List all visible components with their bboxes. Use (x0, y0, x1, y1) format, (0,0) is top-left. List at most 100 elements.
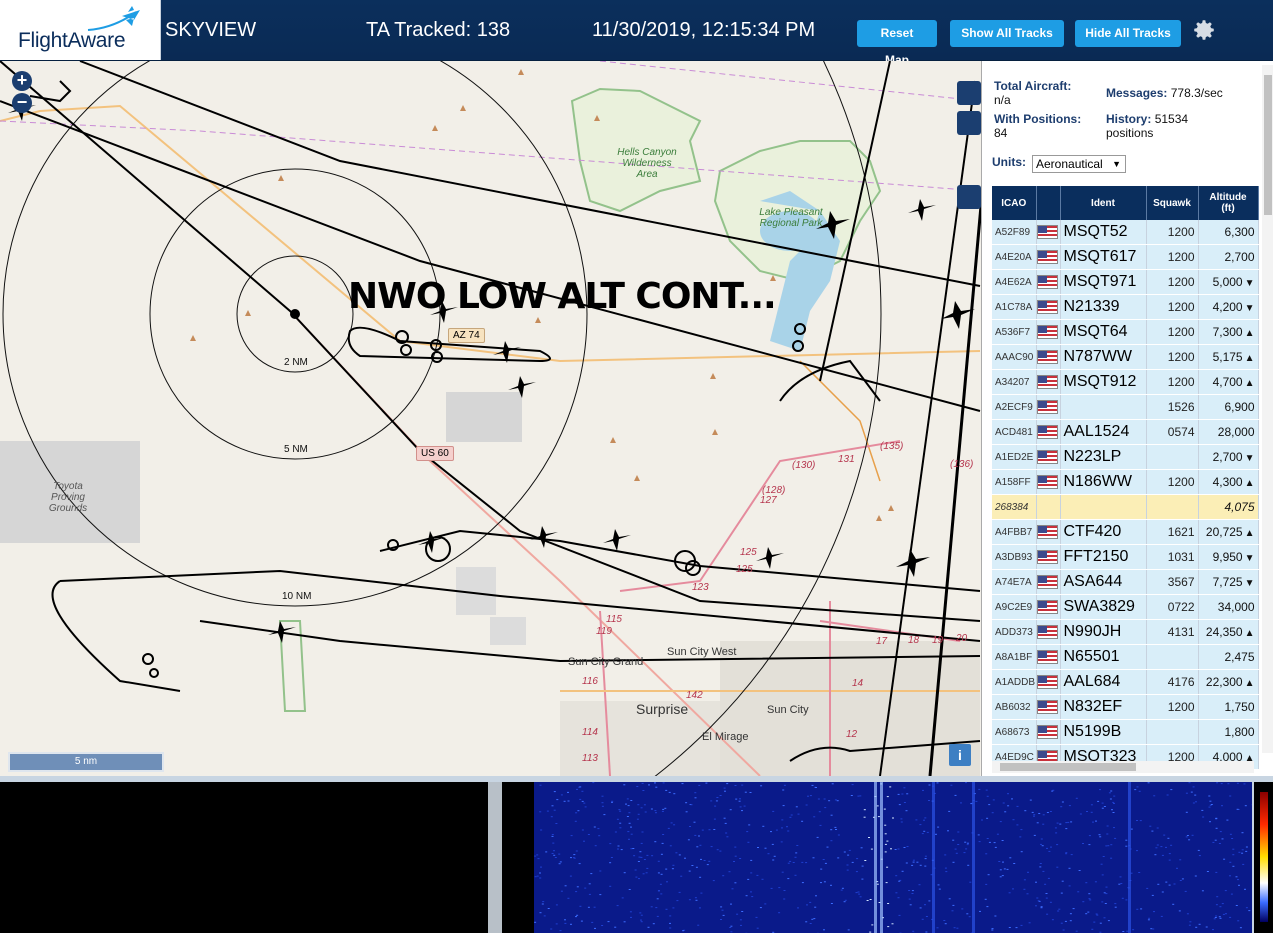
us-flag-icon (1037, 625, 1058, 639)
table-row[interactable]: A158FFN186WW12004,300▲ (992, 470, 1258, 495)
table-row[interactable]: A52F89MSQT5212006,300 (992, 220, 1258, 245)
town-label: Sun City (767, 704, 809, 716)
zoom-in-button[interactable]: + (12, 71, 32, 91)
reset-map-button[interactable]: Reset Map (857, 20, 937, 47)
table-row[interactable]: AAAC90N787WW12005,175▲ (992, 345, 1258, 370)
altitude-value: 6,900 (1224, 400, 1254, 414)
altitude-cell: 34,000 (1198, 595, 1258, 620)
vertical-scrollbar[interactable] (1262, 65, 1273, 753)
altitude-cell: 7,725▼ (1198, 570, 1258, 595)
column-header-altitude[interactable]: Altitude (ft) (1198, 186, 1258, 220)
climbing-icon: ▲ (1245, 478, 1255, 489)
flag-cell (1036, 395, 1060, 420)
history-value: 51534 (1155, 112, 1188, 126)
icao-cell: A68673 (992, 720, 1036, 745)
ident-cell: AAL684 (1060, 670, 1146, 695)
table-row[interactable]: A536F7MSQT6412007,300▲ (992, 320, 1258, 345)
map-layer-icon[interactable] (957, 81, 981, 105)
park-label: Hells Canyon Wilderness Area (612, 147, 682, 180)
column-header-ident[interactable]: Ident (1060, 186, 1146, 220)
column-header-flag[interactable] (1036, 186, 1060, 220)
table-row[interactable]: A2ECF915266,900 (992, 395, 1258, 420)
climbing-icon: ▲ (1245, 528, 1255, 539)
us-flag-icon (1037, 375, 1058, 389)
us-flag-icon (1037, 400, 1058, 414)
table-row[interactable]: A8A1BFN655012,475 (992, 645, 1258, 670)
units-select[interactable]: Aeronautical ▼ (1032, 155, 1126, 173)
aircraft-sidebar: Total Aircraft: n/a With Positions: 84 M… (981, 61, 1273, 776)
ident-cell: N5199B (1060, 720, 1146, 745)
panel-divider[interactable] (488, 782, 502, 933)
ident-cell: ASA644 (1060, 570, 1146, 595)
us-flag-icon (1037, 475, 1058, 489)
icao-cell: A34207 (992, 370, 1036, 395)
route-number: (136) (950, 459, 973, 470)
route-number: 19 (932, 635, 943, 646)
squawk-cell (1146, 720, 1198, 745)
climbing-icon: ▲ (1245, 678, 1255, 689)
units-value: Aeronautical (1036, 157, 1103, 171)
altitude-header-unit: (ft) (1221, 203, 1234, 214)
column-header-icao[interactable]: ICAO (992, 186, 1036, 220)
flightaware-logo[interactable]: FlightAware (0, 0, 161, 60)
route-number: 17 (876, 636, 887, 647)
table-row[interactable]: A34207MSQT91212004,700▲ (992, 370, 1258, 395)
squawk-cell: 1200 (1146, 220, 1198, 245)
flag-cell (1036, 320, 1060, 345)
horizontal-scrollbar[interactable] (992, 761, 1254, 773)
table-row[interactable]: A9C2E9SWA3829072234,000 (992, 595, 1258, 620)
altitude-value: 7,300 (1213, 325, 1243, 339)
icao-cell: A9C2E9 (992, 595, 1036, 620)
squawk-cell: 1621 (1146, 520, 1198, 545)
table-row[interactable]: AB6032N832EF12001,750 (992, 695, 1258, 720)
altitude-value: 2,700 (1213, 450, 1243, 464)
table-row[interactable]: ADD373N990JH413124,350▲ (992, 620, 1258, 645)
table-row[interactable]: A68673N5199B1,800 (992, 720, 1258, 745)
flag-cell (1036, 720, 1060, 745)
map-view[interactable]: + − NWO LOW ALT CONT... 2 NM 5 NM 10 NM … (0, 61, 981, 776)
route-number: 115 (606, 614, 622, 625)
info-button[interactable]: i (949, 744, 971, 766)
squawk-cell: 3567 (1146, 570, 1198, 595)
hide-all-tracks-button[interactable]: Hide All Tracks (1075, 20, 1181, 47)
gear-icon[interactable] (1191, 17, 1217, 43)
table-row[interactable]: ACD481AAL1524057428,000 (992, 420, 1258, 445)
columns-icon[interactable] (957, 185, 981, 209)
table-row[interactable]: A4FBB7CTF420162120,725▲ (992, 520, 1258, 545)
route-number: 113 (582, 753, 598, 764)
table-row[interactable]: A74E7A ASA64435677,725▼ (992, 570, 1258, 595)
icao-cell: A74E7A (992, 570, 1036, 595)
ident-cell: MSQT912 (1060, 370, 1146, 395)
table-row[interactable]: A4E62AMSQT97112005,000▼ (992, 270, 1258, 295)
show-all-tracks-button[interactable]: Show All Tracks (950, 20, 1064, 47)
icao-cell: A2ECF9 (992, 395, 1036, 420)
altitude-cell: 2,700▼ (1198, 445, 1258, 470)
flag-cell (1036, 370, 1060, 395)
column-header-squawk[interactable]: Squawk (1146, 186, 1198, 220)
us-flag-icon (1037, 675, 1058, 689)
icao-cell: A4E62A (992, 270, 1036, 295)
table-row[interactable]: A1ADDBAAL684417622,300▲ (992, 670, 1258, 695)
us-flag-icon (1037, 250, 1058, 264)
scrollbar-thumb[interactable] (1000, 763, 1136, 771)
grid-icon[interactable] (957, 111, 981, 135)
table-row[interactable]: A1ED2EN223LP2,700▼ (992, 445, 1258, 470)
spectrum-panel (0, 782, 488, 933)
ident-cell: CTF420 (1060, 520, 1146, 545)
table-row[interactable]: 2683844,075 (992, 495, 1258, 520)
squawk-cell: 1200 (1146, 320, 1198, 345)
zoom-out-button[interactable]: − (12, 93, 32, 113)
route-number: 131 (838, 454, 855, 465)
us-flag-icon (1037, 275, 1058, 289)
ident-cell: N832EF (1060, 695, 1146, 720)
total-aircraft-value: n/a (994, 93, 1011, 107)
flag-cell (1036, 495, 1060, 520)
table-row[interactable]: A4E20AMSQT61712002,700 (992, 245, 1258, 270)
table-row[interactable]: A1C78AN2133912004,200▼ (992, 295, 1258, 320)
altitude-value: 4,700 (1213, 375, 1243, 389)
squawk-cell: 1200 (1146, 295, 1198, 320)
us-flag-icon (1037, 325, 1058, 339)
table-row[interactable]: A3DB93FFT215010319,950▼ (992, 545, 1258, 570)
route-number: (135) (880, 441, 903, 452)
scrollbar-thumb[interactable] (1264, 75, 1272, 215)
